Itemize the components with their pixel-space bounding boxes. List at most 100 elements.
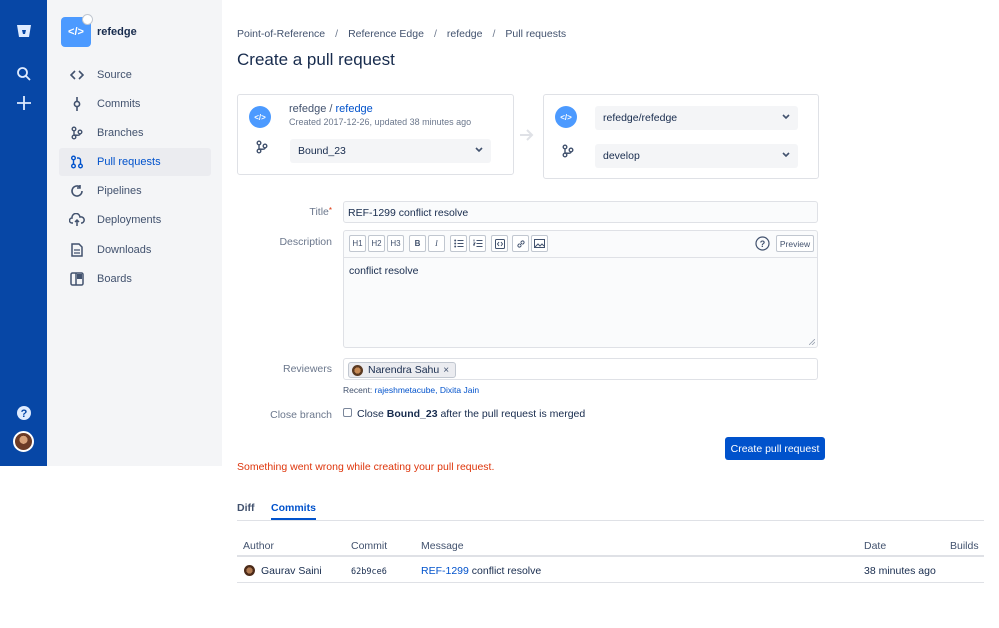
issue-link[interactable]: REF-1299 <box>421 565 469 577</box>
chevron-down-icon <box>782 114 790 120</box>
recent-label: Recent: <box>343 385 373 395</box>
description-label: Description <box>279 236 332 248</box>
branch-icon <box>562 144 574 158</box>
numbered-list-icon[interactable] <box>469 235 486 252</box>
commit-date: 38 minutes ago <box>864 565 936 577</box>
create-icon[interactable] <box>12 91 35 114</box>
commit-author[interactable]: Gaurav Saini <box>261 565 322 577</box>
tab-commits[interactable]: Commits <box>271 502 316 520</box>
page-title: Create a pull request <box>237 50 395 69</box>
close-branch-checkbox[interactable] <box>343 408 352 417</box>
breadcrumb-item[interactable]: refedge <box>447 28 483 40</box>
tab-bar: Diff Commits <box>237 499 984 521</box>
commit-message: REF-1299 conflict resolve <box>421 565 541 577</box>
editor-toolbar: H1 H2 H3 B I ? Preview <box>344 231 817 258</box>
preview-button[interactable]: Preview <box>776 235 814 252</box>
global-nav: ? <box>0 0 47 466</box>
column-header-message: Message <box>421 540 464 552</box>
author-avatar <box>244 565 255 576</box>
title-label: Title* <box>309 206 332 218</box>
breadcrumb: Point-of-Reference / Reference Edge / re… <box>237 28 566 40</box>
source-branch-select[interactable]: Bound_23 <box>290 139 491 163</box>
sidebar-item-label: Source <box>97 69 132 81</box>
heading2-button[interactable]: H2 <box>368 235 385 252</box>
remove-reviewer-icon[interactable]: × <box>443 365 449 376</box>
sidebar-item-branches[interactable]: Branches <box>59 119 211 147</box>
breadcrumb-item[interactable]: Point-of-Reference <box>237 28 325 40</box>
reviewer-name: Narendra Sahu <box>368 364 440 376</box>
recent-reviewers: Recent: rajeshmetacube, Dixita Jain <box>343 385 479 395</box>
sidebar-item-label: Deployments <box>97 214 162 226</box>
sidebar-item-commits[interactable]: Commits <box>59 90 211 118</box>
bullet-list-icon[interactable] <box>450 235 467 252</box>
sidebar-item-deployments[interactable]: Deployments <box>59 206 211 234</box>
reviewers-field[interactable]: Narendra Sahu × <box>343 358 818 380</box>
description-textarea[interactable]: conflict resolve <box>349 265 418 277</box>
repo-icon: </> <box>249 106 271 128</box>
source-repo-link[interactable]: refedge <box>335 103 372 115</box>
destination-repo-value: refedge/refedge <box>603 112 678 124</box>
sidebar-item-label: Pull requests <box>97 156 161 168</box>
recent-reviewer-links[interactable]: rajeshmetacube, Dixita Jain <box>375 385 479 395</box>
breadcrumb-separator: / <box>335 28 339 40</box>
tab-diff[interactable]: Diff <box>237 502 255 518</box>
image-icon[interactable] <box>531 235 548 252</box>
column-header-builds: Builds <box>950 540 979 552</box>
create-pull-request-button[interactable]: Create pull request <box>725 437 825 460</box>
heading1-button[interactable]: H1 <box>349 235 366 252</box>
close-branch-name: Bound_23 <box>386 408 438 420</box>
user-avatar[interactable] <box>13 431 34 452</box>
link-icon[interactable] <box>512 235 529 252</box>
sidebar-item-downloads[interactable]: Downloads <box>59 236 211 264</box>
chevron-down-icon <box>475 147 483 153</box>
project-name[interactable]: refedge <box>97 26 137 38</box>
search-icon[interactable] <box>12 62 35 85</box>
bitbucket-logo-icon[interactable] <box>12 19 35 42</box>
description-editor: H1 H2 H3 B I ? Preview conflict resolve <box>343 230 818 348</box>
breadcrumb-separator: / <box>492 28 496 40</box>
arrow-right-icon <box>520 129 534 141</box>
svg-text:?: ? <box>20 408 27 420</box>
bold-button[interactable]: B <box>409 235 426 252</box>
sidebar-item-source[interactable]: Source <box>59 61 211 89</box>
destination-branch-value: develop <box>603 150 640 162</box>
reviewer-chip[interactable]: Narendra Sahu × <box>348 362 457 378</box>
source-owner[interactable]: refedge <box>289 103 326 115</box>
source-branch-value: Bound_23 <box>298 145 346 157</box>
commit-message-text: conflict resolve <box>471 565 542 577</box>
source-repo-meta: Created 2017-12-26, updated 38 minutes a… <box>289 117 472 127</box>
sidebar-item-label: Commits <box>97 98 141 110</box>
svg-text:?: ? <box>760 239 766 249</box>
source-repo-title: refedge / refedge <box>289 103 373 115</box>
column-header-date: Date <box>864 540 887 552</box>
column-header-author: Author <box>243 540 274 552</box>
title-field-value: REF-1299 conflict resolve <box>348 207 469 219</box>
branch-icon <box>69 125 85 141</box>
breadcrumb-item[interactable]: Pull requests <box>505 28 566 40</box>
commit-hash[interactable]: 62b9ce6 <box>351 567 387 577</box>
column-header-commit: Commit <box>351 540 388 552</box>
sidebar-item-label: Pipelines <box>97 185 142 197</box>
code-block-icon[interactable] <box>491 235 508 252</box>
sidebar-item-pipelines[interactable]: Pipelines <box>59 177 211 205</box>
sidebar-item-pull-requests[interactable]: Pull requests <box>59 148 211 176</box>
title-field[interactable]: REF-1299 conflict resolve <box>343 201 818 223</box>
heading3-button[interactable]: H3 <box>387 235 404 252</box>
help-icon[interactable]: ? <box>754 235 771 252</box>
help-icon[interactable]: ? <box>12 401 35 424</box>
breadcrumb-item[interactable]: Reference Edge <box>348 28 424 40</box>
italic-button[interactable]: I <box>428 235 445 252</box>
destination-repo-select[interactable]: refedge/refedge <box>595 106 798 130</box>
sidebar-item-label: Downloads <box>97 244 152 256</box>
destination-repo-panel: </> refedge/refedge develop <box>543 94 819 179</box>
source-repo-panel: </> refedge / refedge Created 2017-12-26… <box>237 94 514 175</box>
document-icon <box>69 242 85 258</box>
cloud-upload-icon <box>69 212 85 228</box>
close-branch-label: Close branch <box>270 409 332 421</box>
breadcrumb-separator: / <box>433 28 437 40</box>
resize-handle-icon[interactable] <box>809 339 815 345</box>
commits-table-header: Author Commit Message Date Builds <box>237 537 984 557</box>
sidebar-item-boards[interactable]: Boards <box>59 265 211 293</box>
branch-icon <box>256 140 268 154</box>
destination-branch-select[interactable]: develop <box>595 144 798 168</box>
